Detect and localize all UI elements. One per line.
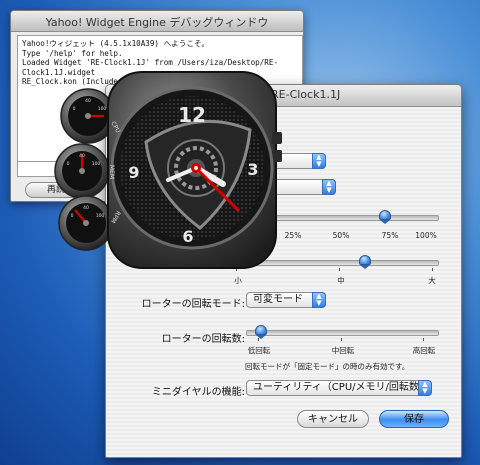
rotor-speed-tick-label: 中回転 (331, 346, 355, 355)
mini-dial-scale-label: 0 (73, 106, 76, 112)
popup-arrows-icon: ▲ ▼ (418, 380, 432, 396)
crown-button[interactable] (272, 150, 282, 162)
mini-dial-popup[interactable]: ユーティリティ（CPU/メモリ/回転数） ▲ ▼ (246, 380, 432, 396)
mini-dial-scale-label: 100 (98, 106, 107, 112)
console-line: Yahoo!ウィジェット (4.5.1x10A39) へようこそ。 (22, 39, 210, 48)
mini-dial-scale-label: 0 (71, 213, 74, 219)
mini-dial-memory (54, 143, 110, 199)
mini-dial-rpm (58, 195, 114, 251)
slider2-tick-label: 大 (428, 276, 436, 285)
mini-dial-scale-label: 40 (85, 98, 91, 104)
slider1-tick-label: 75% (381, 231, 399, 240)
slider2-tick-label: 中 (337, 276, 345, 285)
rotor-speed-tick-mark (258, 338, 259, 341)
rotor-speed-tick-mark (423, 338, 424, 341)
popup-arrows-icon: ▲ ▼ (312, 153, 326, 169)
mini-dial-cpu (60, 88, 116, 144)
rotor-speed-note: 回転モードが「固定モード」の時のみ有効です。 (245, 362, 410, 371)
mini-dial-scale-label: 0 (67, 161, 70, 167)
rotor-mode-label: ローターの回転モード: (141, 299, 245, 310)
rotor-mode-popup[interactable]: 可変モード ▲ ▼ (246, 292, 326, 308)
dial-number-3: 3 (247, 160, 258, 179)
save-button[interactable]: 保存 (379, 410, 449, 428)
mini-dial-label: ミニダイヤルの機能: (151, 387, 245, 398)
popup-arrows-icon: ▲ ▼ (322, 179, 336, 195)
mini-dial-scale-label: 40 (79, 153, 85, 159)
dial-number-9: 9 (128, 163, 139, 182)
rotor-speed-tick-label: 高回転 (412, 346, 436, 355)
rotor-speed-track[interactable] (246, 330, 439, 336)
mini-dial-scale-label: 100 (96, 213, 105, 219)
rotor-speed-thumb[interactable] (255, 325, 268, 339)
slider2-tick-mark (432, 268, 433, 271)
slider1-tick-label: 50% (332, 231, 350, 240)
rotor-mode-value: 可変モード (253, 294, 303, 305)
slider1-thumb[interactable] (379, 210, 391, 224)
side-label-mem: MEM (108, 165, 115, 179)
slider2-thumb[interactable] (359, 255, 372, 269)
popup-arrows-icon: ▲ ▼ (312, 292, 326, 308)
re-clock-widget[interactable]: 0 40 100 0 40 100 0 40 100 12 3 6 9 CPU … (48, 50, 288, 280)
rotor-speed-tick-mark (341, 338, 342, 341)
mini-dial-scale-label: 100 (92, 161, 101, 167)
cancel-button[interactable]: キャンセル (297, 410, 369, 428)
slider2-tick-mark (339, 268, 340, 271)
dial-number-12: 12 (178, 103, 206, 127)
dial-number-6: 6 (182, 227, 193, 246)
mini-dial-scale-label: 40 (83, 205, 89, 211)
crown-button[interactable] (272, 132, 282, 144)
rotor-speed-tick-label: 低回転 (247, 346, 271, 355)
preferences-window-title: RE-Clock1.1J (271, 88, 341, 101)
rotor-speed-label: ローターの回転数: (161, 334, 245, 345)
slider1-tick-label: 100% (415, 231, 437, 240)
debug-window-title: Yahoo! Widget Engine デバッグウィンドウ (45, 16, 269, 29)
mini-dial-value: ユーティリティ（CPU/メモリ/回転数） (253, 382, 429, 393)
debug-window-titlebar[interactable]: Yahoo! Widget Engine デバッグウィンドウ (11, 11, 303, 32)
